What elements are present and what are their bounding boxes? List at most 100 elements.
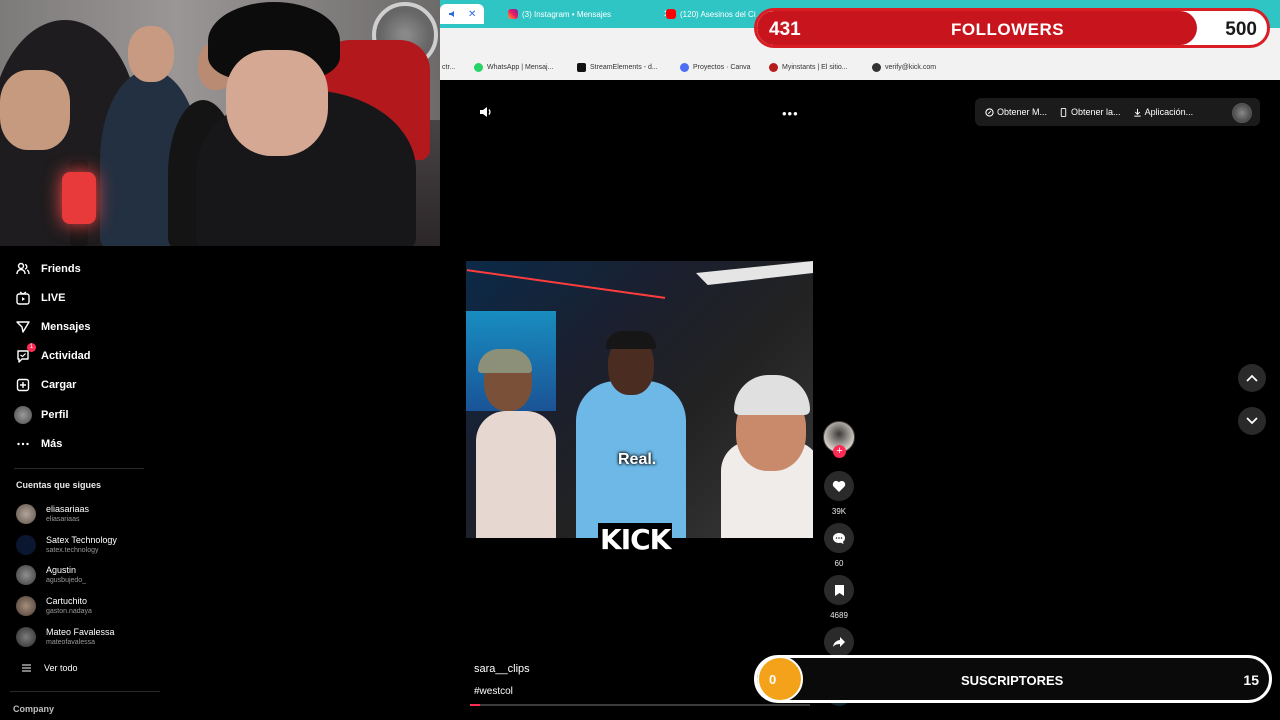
video-neon-line bbox=[466, 269, 666, 299]
friends-icon bbox=[14, 260, 32, 278]
bookmark-kick[interactable]: verify@kick.com bbox=[872, 62, 936, 72]
speaker-icon bbox=[449, 11, 454, 17]
sidebar-item-more[interactable]: Más bbox=[14, 433, 62, 455]
sidebar-item-upload[interactable]: Cargar bbox=[14, 374, 76, 396]
follow-plus-icon[interactable]: + bbox=[833, 445, 846, 458]
like-button[interactable] bbox=[824, 471, 854, 501]
heart-icon bbox=[832, 480, 846, 492]
following-header: Cuentas que sigues bbox=[16, 480, 102, 490]
upload-icon bbox=[14, 376, 32, 394]
sidebar-item-label: Más bbox=[41, 438, 63, 450]
account-name: Cartuchito bbox=[46, 596, 88, 606]
sidebar-item-live[interactable]: LIVE bbox=[14, 287, 65, 309]
account-name: Mateo Favalessa bbox=[46, 627, 115, 637]
screen: y ✕ (3) Instagram • Mensajes ✕ (120) Ase… bbox=[0, 0, 1280, 720]
canva-icon bbox=[680, 62, 689, 72]
get-coins-label: Obtener M... bbox=[997, 107, 1048, 117]
see-all-link[interactable]: Ver todo bbox=[16, 656, 78, 680]
download-icon bbox=[1133, 108, 1141, 117]
tab-youtube[interactable]: (120) Asesinos del Ci bbox=[666, 4, 756, 24]
webcam-overlay bbox=[0, 0, 440, 246]
more-options-button[interactable]: ••• bbox=[782, 106, 799, 121]
bookmark-myinstants[interactable]: Myinstants | El sitio... bbox=[769, 62, 848, 72]
video-person-center-cap bbox=[606, 331, 656, 349]
youtube-icon bbox=[666, 9, 676, 19]
sidebar-item-label: Friends bbox=[41, 263, 81, 275]
bookmark-icon bbox=[834, 584, 844, 596]
subscribers-goal: 15 bbox=[1243, 672, 1259, 688]
following-account[interactable]: Mateo Favalessa mateofavalessa bbox=[16, 625, 115, 649]
sidebar-item-messages[interactable]: Mensajes bbox=[14, 316, 91, 338]
sidebar-item-friends[interactable]: Friends bbox=[14, 258, 81, 280]
kick-watermark: KICK bbox=[598, 523, 673, 556]
account-handle: gaston.nadaya bbox=[46, 608, 92, 615]
coin-icon bbox=[985, 107, 994, 117]
sidebar-item-label: LIVE bbox=[41, 292, 66, 304]
volume-button[interactable] bbox=[478, 104, 494, 125]
next-video-button[interactable] bbox=[1238, 407, 1266, 435]
save-button[interactable] bbox=[824, 575, 854, 605]
video-hashtag[interactable]: #westcol bbox=[474, 686, 513, 697]
get-app-label: Obtener la... bbox=[1071, 107, 1121, 117]
top-actions-bar: Obtener M... Obtener la... Aplicación... bbox=[975, 98, 1260, 126]
following-account[interactable]: Agustin agusbujedo_ bbox=[16, 563, 86, 587]
avatar bbox=[16, 504, 36, 524]
sidebar-divider bbox=[10, 691, 160, 692]
account-name: Satex Technology bbox=[46, 535, 117, 545]
avatar bbox=[16, 596, 36, 616]
bookmark-1[interactable]: ctr... bbox=[442, 62, 455, 72]
like-count: 39K bbox=[831, 507, 847, 516]
company-link[interactable]: Company bbox=[13, 704, 54, 714]
sidebar-item-label: Actividad bbox=[41, 350, 91, 362]
sidebar-item-label: Cargar bbox=[41, 379, 77, 391]
download-app-button[interactable]: Aplicación... bbox=[1133, 107, 1193, 117]
phone-icon bbox=[1060, 107, 1067, 117]
save-count: 4689 bbox=[830, 611, 848, 620]
avatar bbox=[16, 565, 36, 585]
followers-goal-bar: 431 FOLLOWERS 500 bbox=[754, 8, 1270, 48]
activity-badge: 1 bbox=[27, 343, 36, 352]
get-coins-button[interactable]: Obtener M... bbox=[985, 107, 1047, 117]
bookmark-canva[interactable]: Proyectos · Canva bbox=[680, 62, 751, 72]
followers-goal: 500 bbox=[1225, 19, 1257, 40]
myinstants-icon bbox=[769, 62, 778, 72]
previous-video-button[interactable] bbox=[1238, 364, 1266, 392]
bookmark-1-label: ctr... bbox=[442, 63, 456, 71]
more-icon bbox=[14, 435, 32, 453]
comment-icon bbox=[833, 532, 845, 544]
sidebar-divider bbox=[14, 468, 144, 469]
close-icon[interactable]: ✕ bbox=[468, 9, 476, 20]
sidebar-item-activity[interactable]: 1 Actividad bbox=[14, 343, 91, 367]
followers-current: 431 bbox=[769, 19, 801, 40]
user-avatar[interactable] bbox=[1232, 103, 1252, 123]
speaker-icon bbox=[480, 107, 491, 117]
comment-button[interactable] bbox=[824, 523, 854, 553]
video-author[interactable]: sara__clips bbox=[474, 663, 530, 675]
share-icon bbox=[833, 637, 845, 647]
following-account[interactable]: Satex Technology satex.technology bbox=[16, 533, 117, 557]
following-account[interactable]: Cartuchito gaston.nadaya bbox=[16, 594, 92, 618]
video-player[interactable]: Real. bbox=[466, 261, 813, 538]
subscribers-current: 0 bbox=[769, 672, 777, 687]
get-app-button[interactable]: Obtener la... bbox=[1059, 107, 1121, 117]
live-icon bbox=[14, 289, 32, 307]
avatar bbox=[16, 535, 36, 555]
sidebar-item-profile[interactable]: Perfil bbox=[14, 404, 69, 426]
video-ceiling-light bbox=[696, 261, 813, 285]
chevron-up-icon bbox=[1246, 374, 1258, 382]
video-progress-bar[interactable] bbox=[470, 704, 810, 706]
subscribers-goal-bar: 0 SUSCRIPTORES 15 bbox=[754, 655, 1272, 703]
activity-icon: 1 bbox=[14, 343, 36, 365]
bookmark-whatsapp[interactable]: WhatsApp | Mensaj... bbox=[474, 62, 553, 72]
account-handle: eliasariaas bbox=[46, 516, 80, 523]
tab-instagram[interactable]: (3) Instagram • Mensajes ✕ bbox=[508, 4, 671, 24]
bookmark-streamelements[interactable]: StreamElements - d... bbox=[577, 62, 658, 72]
bookmark-myinstants-label: Myinstants | El sitio... bbox=[782, 63, 848, 71]
share-button[interactable] bbox=[824, 627, 854, 657]
whatsapp-icon bbox=[474, 62, 483, 72]
profile-icon bbox=[14, 406, 32, 424]
account-handle: agusbujedo_ bbox=[46, 577, 87, 584]
following-account[interactable]: eliasariaas eliasariaas bbox=[16, 502, 89, 526]
tab-active[interactable]: y ✕ bbox=[440, 4, 485, 24]
video-person-left bbox=[476, 411, 556, 538]
